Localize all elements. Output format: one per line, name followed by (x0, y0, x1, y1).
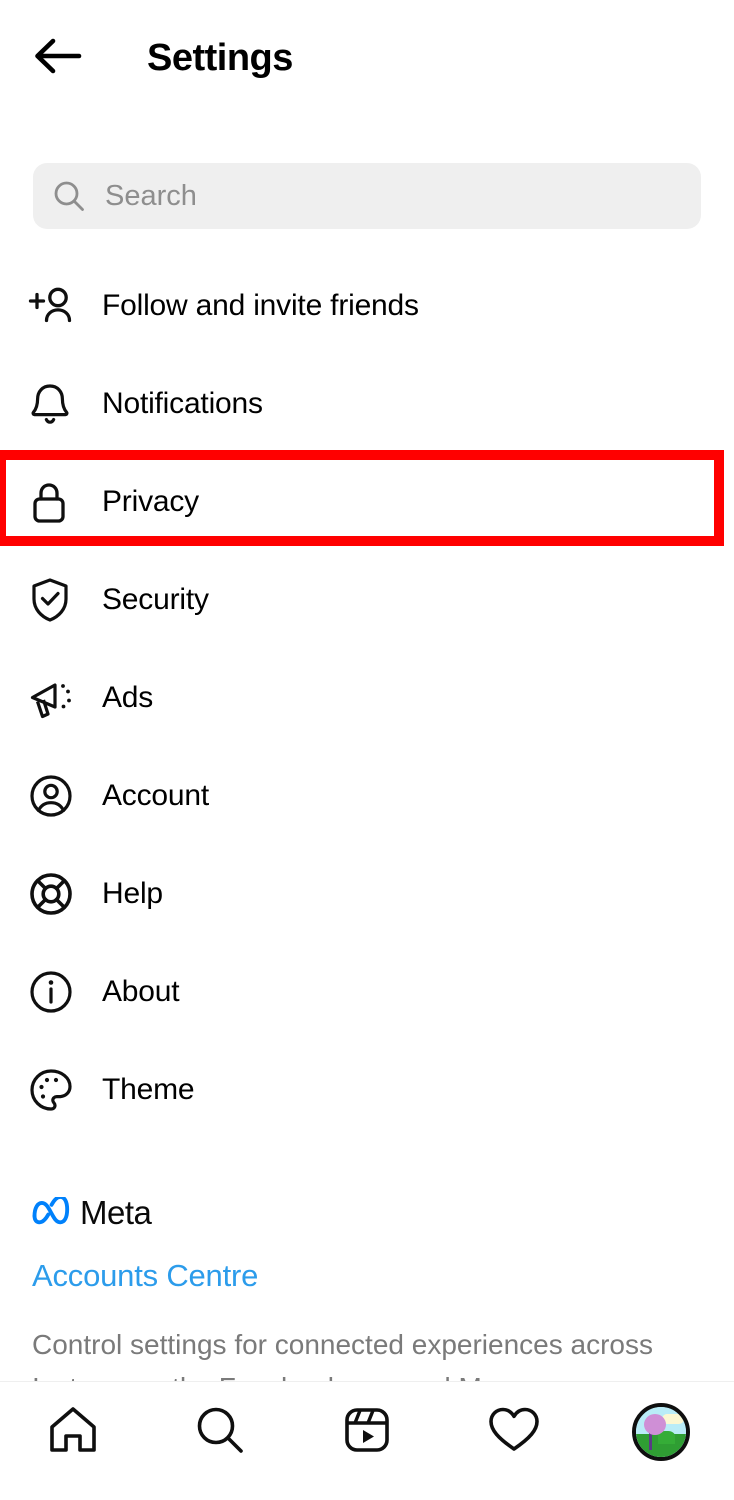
accounts-centre-link[interactable]: Accounts Centre (32, 1258, 258, 1294)
page-title: Settings (147, 37, 293, 79)
shield-check-icon (28, 576, 102, 624)
arrow-left-icon (31, 36, 83, 81)
meta-wordmark: Meta (80, 1194, 152, 1231)
nav-item-profile[interactable] (587, 1391, 734, 1491)
settings-item-label: Help (102, 877, 163, 910)
bell-icon (28, 381, 102, 427)
settings-item-ads[interactable]: Ads (0, 649, 734, 747)
settings-item-about[interactable]: About (0, 943, 734, 1041)
settings-item-account[interactable]: Account (0, 747, 734, 845)
settings-screen: Settings Search Follow and invite friend… (0, 0, 734, 1500)
settings-item-follow-and-invite-friends[interactable]: Follow and invite friends (0, 257, 734, 355)
palette-icon (28, 1067, 102, 1113)
settings-item-help[interactable]: Help (0, 845, 734, 943)
profile-avatar-icon (631, 1403, 690, 1461)
settings-item-label: Follow and invite friends (102, 289, 419, 322)
search-icon (33, 179, 105, 213)
reels-icon (342, 1405, 392, 1460)
nav-item-reels[interactable] (294, 1391, 441, 1491)
settings-item-label: Ads (102, 681, 154, 714)
meta-infinity-icon (30, 1194, 72, 1230)
nav-item-activity[interactable] (440, 1391, 587, 1491)
meta-brand: Meta (30, 1194, 152, 1232)
nav-item-home[interactable] (0, 1391, 147, 1491)
settings-item-notifications[interactable]: Notifications (0, 355, 734, 453)
header: Settings (0, 0, 734, 118)
back-button[interactable] (28, 30, 86, 86)
search-placeholder: Search (105, 180, 197, 212)
info-circle-icon (28, 969, 102, 1015)
search-input[interactable]: Search (33, 163, 701, 229)
settings-item-label: Account (102, 779, 209, 812)
settings-item-label: Notifications (102, 387, 263, 420)
lock-icon (28, 478, 102, 526)
person-circle-icon (28, 773, 102, 819)
search-icon (194, 1404, 246, 1461)
heart-icon (487, 1405, 541, 1460)
megaphone-icon (28, 675, 102, 721)
bottom-navigation-bar (0, 1381, 734, 1500)
settings-item-privacy[interactable]: Privacy (0, 453, 734, 551)
settings-item-security[interactable]: Security (0, 551, 734, 649)
settings-item-label: Privacy (102, 485, 199, 518)
home-icon (47, 1405, 99, 1460)
nav-item-search[interactable] (147, 1391, 294, 1491)
settings-item-label: About (102, 975, 180, 1008)
settings-item-theme[interactable]: Theme (0, 1041, 734, 1139)
life-ring-icon (28, 871, 102, 917)
add-person-icon (28, 285, 102, 327)
settings-list: Follow and invite friends Notifications … (0, 257, 734, 1139)
settings-item-label: Theme (102, 1073, 195, 1106)
settings-item-label: Security (102, 583, 209, 616)
